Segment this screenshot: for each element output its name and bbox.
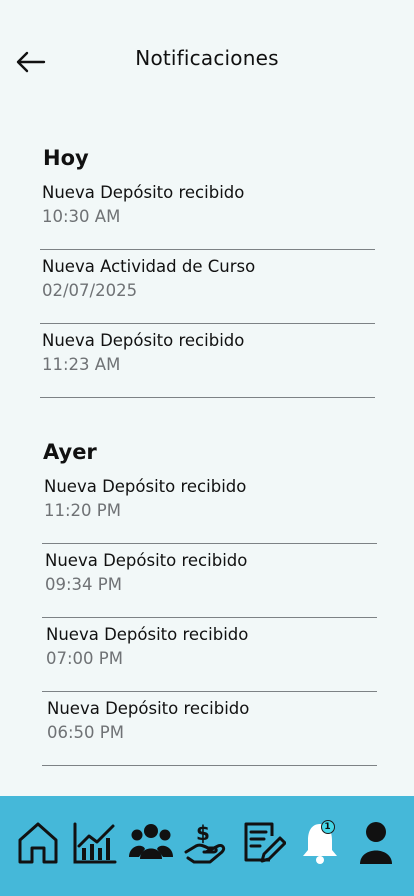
notification-item[interactable]: Nueva Actividad de Curso 02/07/2025 — [40, 250, 375, 324]
section-title: Hoy — [43, 146, 89, 170]
notification-title: Nueva Depósito recibido — [42, 183, 245, 202]
notification-title: Nueva Depósito recibido — [45, 551, 248, 570]
nav-reports[interactable] — [71, 818, 117, 868]
notification-item[interactable]: Nueva Depósito recibido 09:34 PM — [42, 544, 377, 618]
notification-item[interactable]: Nueva Depósito recibido 10:30 AM — [40, 176, 375, 250]
notification-title: Nueva Depósito recibido — [44, 477, 247, 496]
nav-users[interactable] — [128, 818, 174, 868]
notification-item[interactable]: Nueva Depósito recibido 07:00 PM — [42, 618, 377, 692]
section-today: Hoy Nueva Depósito recibido 10:30 AM Nue… — [40, 146, 375, 398]
notification-title: Nueva Actividad de Curso — [42, 257, 256, 276]
user-icon — [359, 822, 392, 864]
notification-title: Nueva Depósito recibido — [46, 625, 249, 644]
nav-home[interactable] — [15, 818, 61, 868]
nav-profile[interactable] — [353, 818, 399, 868]
nav-payments[interactable]: $ — [184, 818, 230, 868]
notification-time: 06:50 PM — [47, 723, 124, 742]
notification-time: 11:20 PM — [44, 501, 121, 520]
nav-assignments[interactable] — [240, 818, 287, 868]
header: Notificaciones — [0, 0, 414, 120]
chart-icon — [73, 822, 117, 864]
notification-item[interactable]: Nueva Depósito recibido 11:20 PM — [42, 470, 377, 544]
svg-text:$: $ — [196, 821, 210, 845]
nav-notifications[interactable]: 1 — [297, 818, 343, 868]
notification-title: Nueva Depósito recibido — [42, 331, 245, 350]
notification-title: Nueva Depósito recibido — [47, 699, 250, 718]
section-title: Ayer — [43, 440, 97, 464]
page-title: Notificaciones — [135, 46, 279, 70]
section-yesterday: Ayer Nueva Depósito recibido 11:20 PM Nu… — [42, 440, 377, 766]
home-icon — [18, 822, 58, 864]
notification-time: 10:30 AM — [42, 207, 121, 226]
notification-time: 11:23 AM — [42, 355, 121, 374]
bottom-navigation: $ 1 — [0, 796, 414, 896]
notification-time: 07:00 PM — [46, 649, 123, 668]
notification-time: 02/07/2025 — [42, 281, 138, 300]
notification-item[interactable]: Nueva Depósito recibido 11:23 AM — [40, 324, 375, 398]
notification-badge: 1 — [320, 820, 335, 834]
notification-time: 09:34 PM — [45, 575, 122, 594]
money-hand-icon: $ — [184, 821, 226, 864]
users-icon — [128, 824, 173, 859]
notification-item[interactable]: Nueva Depósito recibido 06:50 PM — [42, 692, 377, 766]
edit-document-icon — [244, 822, 287, 863]
